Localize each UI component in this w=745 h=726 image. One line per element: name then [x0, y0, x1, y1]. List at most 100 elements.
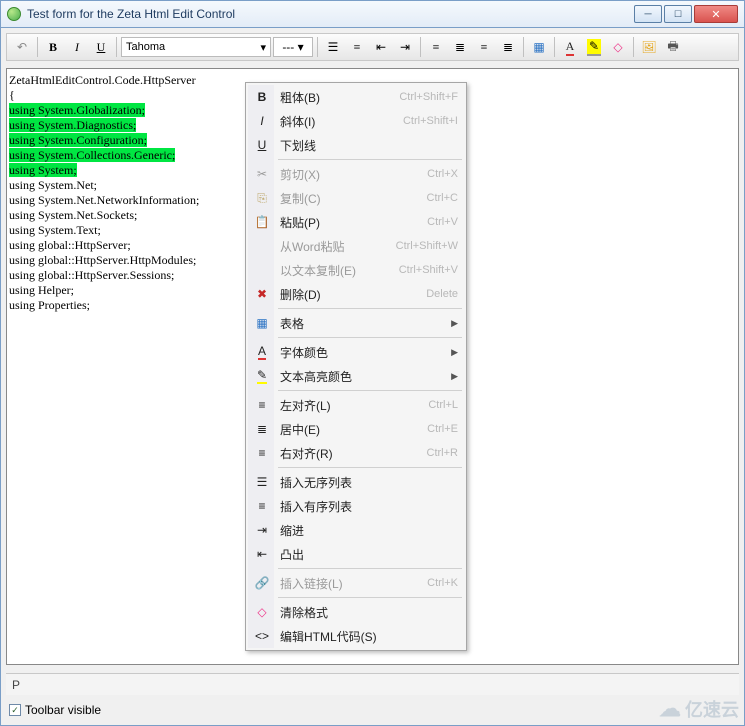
copy-icon: ⎘ — [253, 189, 271, 207]
menu-separator — [278, 568, 462, 569]
paste-icon: 📋 — [253, 213, 271, 231]
table-button[interactable]: ▦ — [528, 36, 550, 58]
backcolor-button[interactable]: ✎ — [583, 36, 605, 58]
menu-copy[interactable]: ⎘复制(C)Ctrl+C — [248, 186, 464, 210]
separator — [116, 37, 117, 57]
element-path: P — [12, 678, 20, 692]
submenu-arrow-icon: ▶ — [451, 371, 458, 382]
forecolor-button[interactable]: A — [559, 36, 581, 58]
align-left-button[interactable]: ≡ — [425, 36, 447, 58]
menu-clear-format[interactable]: ◇清除格式 — [248, 600, 464, 624]
table-icon: ▦ — [253, 314, 271, 332]
ul-button[interactable]: ☰ — [322, 36, 344, 58]
menu-align-right[interactable]: ≡右对齐(R)Ctrl+R — [248, 441, 464, 465]
menu-delete[interactable]: ✖删除(D)Delete — [248, 282, 464, 306]
status-bar: P — [6, 673, 739, 695]
watermark: ☁ 亿速云 — [659, 696, 739, 722]
menu-copy-text[interactable]: 以文本复制(E)Ctrl+Shift+V — [248, 258, 464, 282]
separator — [523, 37, 524, 57]
menu-table[interactable]: ▦表格▶ — [248, 311, 464, 335]
bold-icon: B — [253, 88, 271, 106]
menu-edit-html[interactable]: <>编辑HTML代码(S) — [248, 624, 464, 648]
underline-icon: U — [253, 136, 271, 154]
menu-separator — [278, 159, 462, 160]
size-label: --- — [282, 40, 294, 54]
context-menu: B粗体(B)Ctrl+Shift+F I斜体(I)Ctrl+Shift+I U下… — [245, 82, 467, 651]
menu-align-center[interactable]: ≣居中(E)Ctrl+E — [248, 417, 464, 441]
copy-text-icon — [253, 261, 271, 279]
close-button[interactable] — [694, 5, 738, 23]
align-center-button[interactable]: ≣ — [449, 36, 471, 58]
highlight-icon: ✎ — [253, 367, 271, 385]
window-buttons — [632, 5, 738, 23]
indent-icon: ⇥ — [253, 521, 271, 539]
checkbox-icon: ✓ — [9, 704, 21, 716]
font-select[interactable]: Tahoma▾ — [121, 37, 271, 57]
window-title: Test form for the Zeta Html Edit Control — [27, 7, 235, 21]
menu-italic[interactable]: I斜体(I)Ctrl+Shift+I — [248, 109, 464, 133]
ul-icon: ☰ — [253, 473, 271, 491]
menu-cut[interactable]: ✂剪切(X)Ctrl+X — [248, 162, 464, 186]
outdent-button[interactable]: ⇤ — [370, 36, 392, 58]
menu-separator — [278, 390, 462, 391]
separator — [317, 37, 318, 57]
size-select[interactable]: --- ▾ — [273, 37, 313, 57]
separator — [420, 37, 421, 57]
watermark-text: 亿速云 — [685, 696, 739, 722]
link-icon: 🔗 — [253, 574, 271, 592]
menu-bold[interactable]: B粗体(B)Ctrl+Shift+F — [248, 85, 464, 109]
align-right-button[interactable]: ≡ — [473, 36, 495, 58]
toolbar-visible-checkbox[interactable]: ✓ Toolbar visible — [9, 703, 101, 717]
checkbox-label: Toolbar visible — [25, 703, 101, 717]
menu-insert-ol[interactable]: ≡插入有序列表 — [248, 494, 464, 518]
menu-font-color[interactable]: A字体颜色▶ — [248, 340, 464, 364]
italic-icon: I — [253, 112, 271, 130]
undo-button[interactable]: ↶ — [11, 36, 33, 58]
ol-icon: ≡ — [253, 497, 271, 515]
outdent-icon: ⇤ — [253, 545, 271, 563]
menu-underline[interactable]: U下划线 — [248, 133, 464, 157]
menu-separator — [278, 308, 462, 309]
menu-separator — [278, 337, 462, 338]
image-button[interactable]: 🖼 — [638, 36, 660, 58]
font-name-label: Tahoma — [126, 41, 165, 53]
delete-icon: ✖ — [253, 285, 271, 303]
paste-word-icon — [253, 237, 271, 255]
submenu-arrow-icon: ▶ — [451, 318, 458, 329]
menu-paste[interactable]: 📋粘贴(P)Ctrl+V — [248, 210, 464, 234]
menu-highlight-color[interactable]: ✎文本高亮颜色▶ — [248, 364, 464, 388]
maximize-button[interactable] — [664, 5, 692, 23]
menu-insert-link[interactable]: 🔗插入链接(L)Ctrl+K — [248, 571, 464, 595]
menu-insert-ul[interactable]: ☰插入无序列表 — [248, 470, 464, 494]
menu-separator — [278, 597, 462, 598]
align-center-icon: ≣ — [253, 420, 271, 438]
menu-align-left[interactable]: ≡左对齐(L)Ctrl+L — [248, 393, 464, 417]
eraser-icon: ◇ — [253, 603, 271, 621]
bold-button[interactable]: B — [42, 36, 64, 58]
indent-button[interactable]: ⇥ — [394, 36, 416, 58]
italic-button[interactable]: I — [66, 36, 88, 58]
underline-button[interactable]: U — [90, 36, 112, 58]
window-titlebar: Test form for the Zeta Html Edit Control — [0, 0, 745, 28]
print-button[interactable]: 🖶 — [662, 36, 684, 58]
html-icon: <> — [253, 627, 271, 645]
separator — [633, 37, 634, 57]
font-color-icon: A — [253, 343, 271, 361]
clear-format-button[interactable]: ◇ — [607, 36, 629, 58]
cut-icon: ✂ — [253, 165, 271, 183]
app-icon — [7, 7, 21, 21]
menu-indent[interactable]: ⇥缩进 — [248, 518, 464, 542]
align-left-icon: ≡ — [253, 396, 271, 414]
cloud-icon: ☁ — [659, 696, 681, 722]
separator — [37, 37, 38, 57]
separator — [554, 37, 555, 57]
menu-paste-word[interactable]: 从Word粘贴Ctrl+Shift+W — [248, 234, 464, 258]
justify-button[interactable]: ≣ — [497, 36, 519, 58]
ol-button[interactable]: ≡ — [346, 36, 368, 58]
minimize-button[interactable] — [634, 5, 662, 23]
align-right-icon: ≡ — [253, 444, 271, 462]
menu-outdent[interactable]: ⇤凸出 — [248, 542, 464, 566]
editor-toolbar: ↶ B I U Tahoma▾ --- ▾ ☰ ≡ ⇤ ⇥ ≡ ≣ ≡ ≣ ▦ … — [6, 33, 739, 61]
submenu-arrow-icon: ▶ — [451, 347, 458, 358]
menu-separator — [278, 467, 462, 468]
